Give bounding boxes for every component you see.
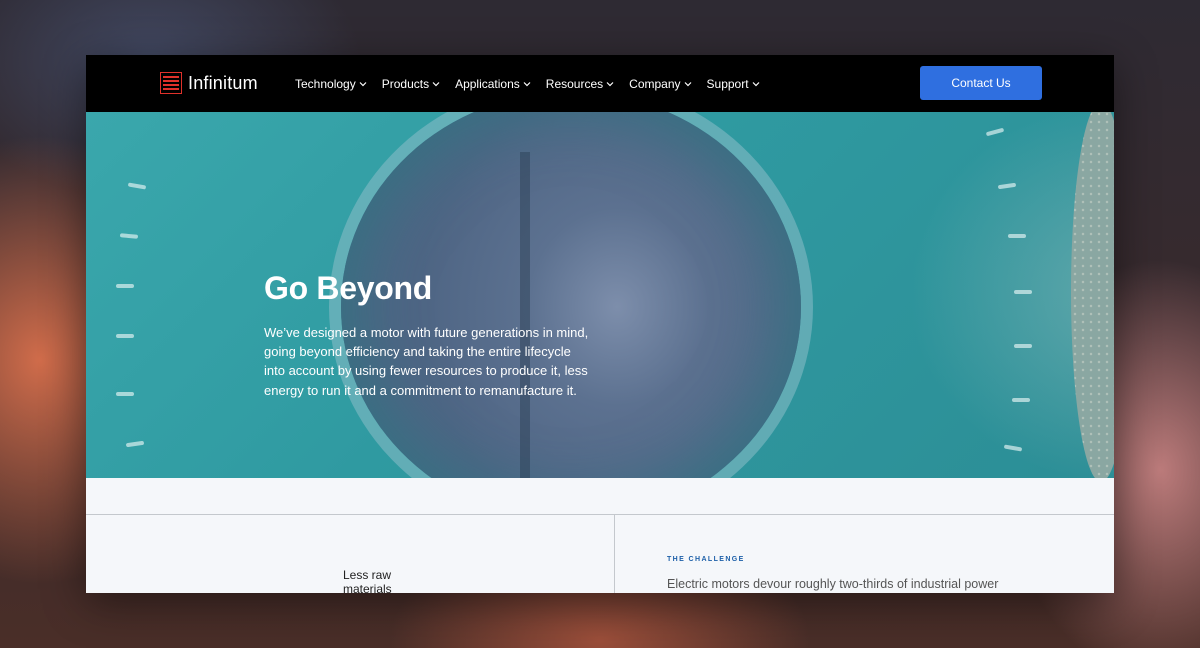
hero-decor-mark <box>997 182 1017 190</box>
nav-item-label: Technology <box>295 76 356 91</box>
nav-item-label: Products <box>381 76 430 91</box>
challenge-text: Electric motors devour roughly two-third… <box>667 577 999 591</box>
nav-item-applications[interactable]: Applications <box>455 77 531 91</box>
infinitum-logo-icon <box>160 72 182 94</box>
nav-item-label: Company <box>629 76 681 91</box>
hero-decor-mark <box>985 127 1005 137</box>
nav-item-support[interactable]: Support <box>707 77 760 91</box>
hero-motor-ring-image <box>1071 112 1114 478</box>
chevron-down-icon <box>432 81 440 86</box>
hero-decor-mark <box>116 284 134 288</box>
hero-decor-mark <box>1003 444 1023 452</box>
hero-decor-mark <box>125 440 145 448</box>
hero-description: We’ve designed a motor with future gener… <box>264 325 589 398</box>
nav-item-resources[interactable]: Resources <box>546 77 614 91</box>
hero-decor-mark <box>127 182 147 190</box>
contact-us-button[interactable]: Contact Us <box>920 66 1042 100</box>
hero-decor-mark <box>1014 290 1032 294</box>
hero-decor-mark <box>1012 398 1030 402</box>
nav-item-company[interactable]: Company <box>629 77 691 91</box>
hero-decor-mark <box>116 334 134 338</box>
hero-section: Go Beyond We’ve designed a motor with fu… <box>86 112 1114 478</box>
column-divider <box>614 514 615 593</box>
feature-section: Less raw materials THE CHALLENGE Electri… <box>86 478 1114 593</box>
hero-decor-mark <box>1014 344 1032 348</box>
nav-item-products[interactable]: Products <box>382 77 440 91</box>
browser-window: Infinitum Technology Products Applicatio… <box>86 55 1114 593</box>
main-nav: Technology Products Applications Resourc… <box>295 55 760 112</box>
chevron-down-icon <box>606 81 614 86</box>
challenge-eyebrow: THE CHALLENGE <box>667 556 745 563</box>
hero-decor-mark <box>116 392 134 396</box>
hero-decor-mark <box>1008 234 1026 238</box>
chevron-down-icon <box>684 81 691 86</box>
feature-label: Less raw materials <box>343 568 392 593</box>
nav-item-technology[interactable]: Technology <box>295 77 367 91</box>
nav-item-label: Support <box>706 76 749 91</box>
chevron-down-icon <box>359 81 367 86</box>
nav-item-label: Applications <box>455 76 520 91</box>
hero-decor-mark <box>119 233 139 239</box>
chevron-down-icon <box>752 81 759 86</box>
section-divider <box>86 514 1114 515</box>
nav-item-label: Resources <box>545 76 604 91</box>
brand-logo[interactable]: Infinitum <box>160 72 258 94</box>
hero-title: Go Beyond <box>264 270 432 306</box>
brand-name: Infinitum <box>188 72 258 93</box>
hero-motor-shaft-image <box>520 152 530 478</box>
navbar: Infinitum Technology Products Applicatio… <box>86 55 1114 112</box>
chevron-down-icon <box>523 81 531 86</box>
